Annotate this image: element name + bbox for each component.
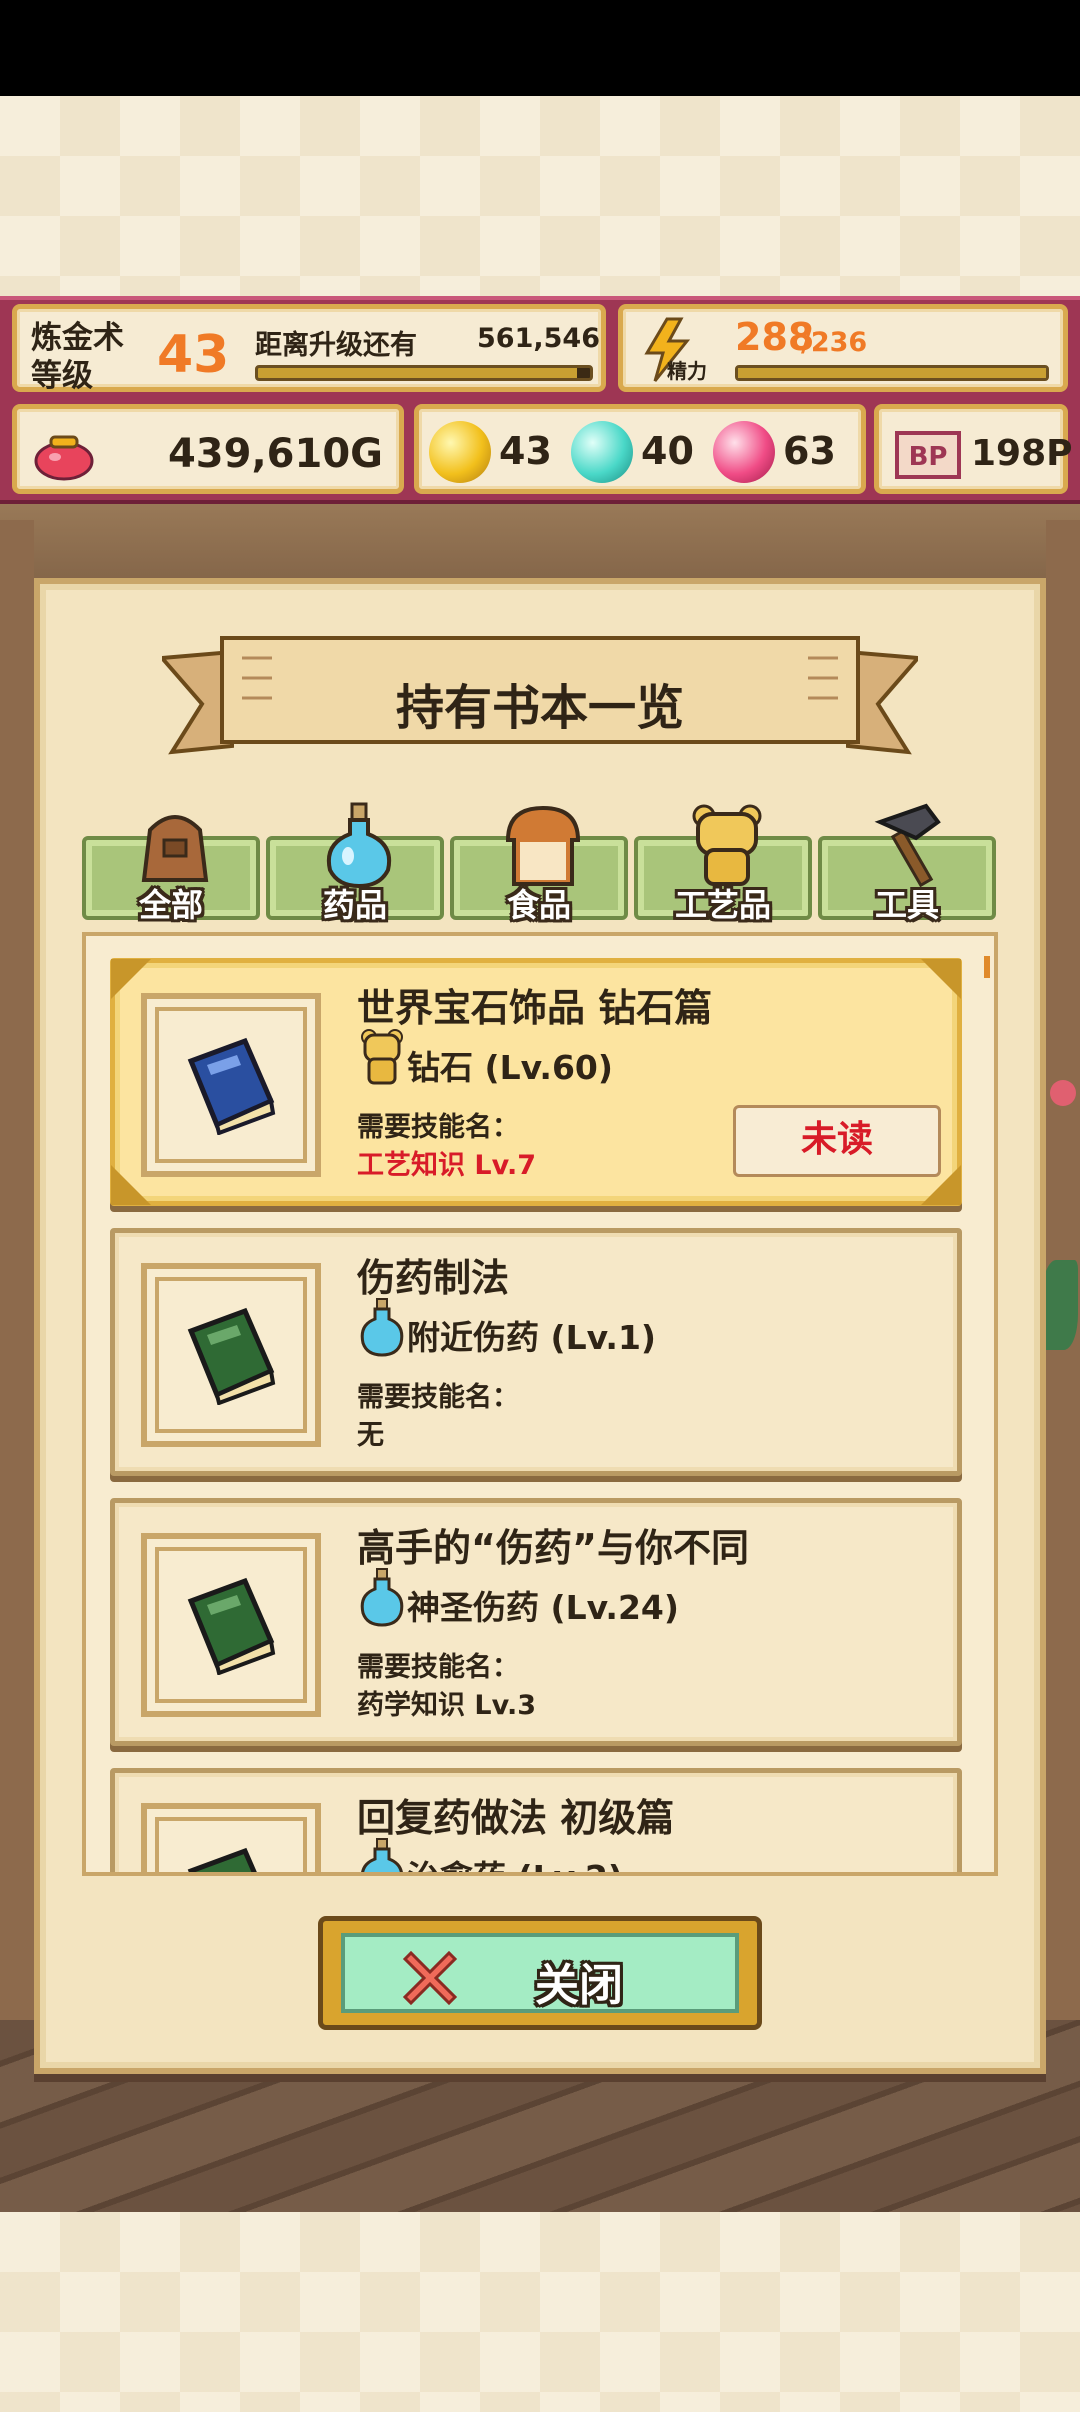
tab-all[interactable]: 全部	[82, 815, 260, 924]
system-status-bar	[0, 0, 1080, 96]
book-card-diamond[interactable]: 世界宝石饰品 钻石篇 钻石 (Lv.60) 需要技能名： 工艺知识 Lv.7 未…	[110, 958, 962, 1206]
close-button[interactable]: 关闭	[318, 1916, 762, 2030]
tab-crafts[interactable]: 工艺品	[634, 804, 812, 924]
energy-max: /236	[801, 327, 868, 358]
book-recipe: 钻石 (Lv.60)	[407, 1048, 613, 1087]
energy-progress-bar	[735, 365, 1049, 381]
yellow-orb-count: 43	[499, 429, 552, 473]
bp-box[interactable]: BP 198P	[874, 404, 1073, 494]
bread-icon	[505, 805, 581, 886]
energy-box[interactable]: 精力 288 /236	[618, 304, 1068, 392]
tab-medicine-label: 药品	[322, 886, 387, 924]
list-scrollbar[interactable]	[984, 956, 990, 978]
required-skill-value: 工艺知识 Lv.7	[357, 1150, 537, 1181]
level-value: 43	[157, 325, 230, 385]
book-card-holy-medicine[interactable]: 高手的“伤药”与你不同 神圣伤药 (Lv.24) 需要技能名： 药学知识 Lv.…	[110, 1498, 962, 1746]
potion-icon	[327, 802, 391, 889]
yellow-orb-icon	[429, 421, 491, 483]
potion-icon	[360, 1298, 404, 1357]
green-book-icon	[187, 1307, 276, 1405]
next-level-label: 距离升级还有	[255, 330, 417, 361]
required-skill-value: 药学知识 Lv.3	[357, 1690, 537, 1721]
tab-crafts-label: 工艺品	[674, 886, 771, 924]
tab-tools-label: 工具	[874, 886, 939, 924]
book-card-heal-medicine[interactable]: 回复药做法 初级篇 治愈药 (Lv.2)	[110, 1768, 962, 1872]
exp-progress-fill	[258, 368, 577, 378]
hammer-icon	[874, 803, 941, 888]
blue-book-icon	[187, 1037, 276, 1135]
green-book-icon	[187, 1577, 276, 1675]
energy-label: 精力	[667, 359, 707, 383]
orbs-box[interactable]: 43 40 63	[414, 404, 866, 494]
pink-orb-count: 63	[783, 429, 836, 473]
required-skill-value: 无	[357, 1420, 384, 1451]
next-level-value: 561,546	[477, 323, 600, 354]
bp-ticket-icon: BP	[895, 431, 961, 479]
scene-wall-left	[0, 520, 34, 2020]
tab-all-label: 全部	[138, 886, 203, 924]
close-button-face: 关闭	[341, 1933, 739, 2013]
required-skill-label: 需要技能名：	[357, 1652, 519, 1683]
book-title: 伤药制法	[357, 1256, 510, 1300]
statue-icon	[361, 1029, 403, 1085]
pink-orb-icon	[713, 421, 775, 483]
gold-amount: 439,610G	[167, 431, 383, 477]
book-title: 回复药做法 初级篇	[357, 1796, 675, 1840]
close-button-label: 关闭	[535, 1960, 623, 2011]
close-icon	[402, 1950, 458, 2006]
green-book-icon	[187, 1847, 257, 1872]
bag-icon	[141, 815, 209, 882]
gold-box[interactable]: 439,610G	[12, 404, 404, 494]
tab-food[interactable]: 食品	[450, 805, 628, 924]
unread-badge: 未读	[733, 1105, 941, 1177]
status-hud: 炼金术 等级 43 距离升级还有 561,546 精力 288 /236 439…	[0, 296, 1080, 504]
cyan-orb-count: 40	[641, 429, 694, 473]
level-label: 炼金术 等级	[31, 320, 124, 394]
required-skill-label: 需要技能名：	[357, 1112, 519, 1143]
book-list[interactable]: 世界宝石饰品 钻石篇 钻石 (Lv.60) 需要技能名： 工艺知识 Lv.7 未…	[82, 932, 998, 1876]
statue-icon	[692, 804, 762, 886]
required-skill-label: 需要技能名：	[357, 1382, 519, 1413]
purse-icon	[34, 435, 94, 481]
background-pattern-bottom	[0, 2212, 1080, 2412]
energy-progress-fill	[738, 368, 1046, 378]
book-title: 世界宝石饰品 钻石篇	[357, 986, 713, 1030]
exp-progress-bar	[255, 365, 593, 381]
book-recipe: 附近伤药 (Lv.1)	[407, 1318, 656, 1357]
background-pattern-top	[0, 96, 1080, 296]
cyan-orb-icon	[571, 421, 633, 483]
potion-icon	[360, 1568, 404, 1627]
card-corner-ornament	[921, 959, 961, 999]
tab-medicine[interactable]: 药品	[266, 802, 444, 924]
level-box: 炼金术 等级 43 距离升级还有 561,546	[12, 304, 606, 394]
tab-tools[interactable]: 工具	[818, 803, 996, 924]
svg-text:BP: BP	[909, 442, 948, 472]
panel-title: 持有书本一览	[395, 680, 684, 736]
book-recipe: 神圣伤药 (Lv.24)	[407, 1588, 679, 1627]
plant-decoration	[1042, 1260, 1078, 1350]
book-recipe: 治愈药 (Lv.2)	[407, 1851, 623, 1872]
book-title: 高手的“伤药”与你不同	[357, 1526, 749, 1570]
potion-icon	[361, 1838, 403, 1872]
flower-decoration	[1050, 1080, 1076, 1106]
tab-food-label: 食品	[506, 886, 571, 924]
bp-amount: 198P	[971, 433, 1073, 474]
book-card-wound-medicine[interactable]: 伤药制法 附近伤药 (Lv.1) 需要技能名： 无	[110, 1228, 962, 1476]
